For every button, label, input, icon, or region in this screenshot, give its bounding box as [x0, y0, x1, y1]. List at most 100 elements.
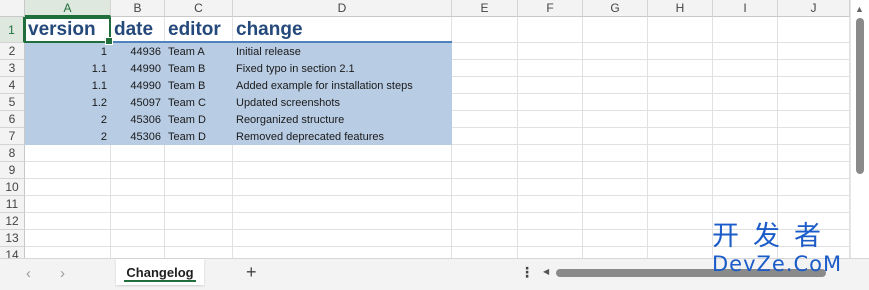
grid-cell[interactable] — [452, 196, 518, 213]
grid-cell[interactable] — [111, 196, 165, 213]
grid-cell[interactable] — [778, 43, 850, 60]
grid-cell[interactable] — [165, 247, 233, 258]
grid-cell[interactable] — [452, 230, 518, 247]
column-header-f[interactable]: F — [518, 0, 583, 17]
grid-cell[interactable] — [25, 230, 111, 247]
grid-cell[interactable] — [518, 94, 583, 111]
grid-cell[interactable] — [165, 196, 233, 213]
table-cell[interactable]: Added example for installation steps — [233, 77, 452, 94]
row-header-7[interactable]: 7 — [0, 128, 25, 145]
grid-cell[interactable] — [583, 247, 648, 258]
table-header-date[interactable]: date — [111, 17, 165, 43]
column-header-c[interactable]: C — [165, 0, 233, 17]
grid-cell[interactable] — [648, 17, 713, 43]
row-header-6[interactable]: 6 — [0, 111, 25, 128]
row-header-10[interactable]: 10 — [0, 179, 25, 196]
table-cell[interactable]: Fixed typo in section 2.1 — [233, 60, 452, 77]
table-cell[interactable]: Updated screenshots — [233, 94, 452, 111]
column-header-g[interactable]: G — [583, 0, 648, 17]
row-header-8[interactable]: 8 — [0, 145, 25, 162]
grid-cell[interactable] — [778, 17, 850, 43]
table-cell[interactable]: 45306 — [111, 111, 165, 128]
grid-cell[interactable] — [648, 179, 713, 196]
grid-cell[interactable] — [165, 179, 233, 196]
grid-cell[interactable] — [778, 196, 850, 213]
column-header-j[interactable]: J — [778, 0, 850, 17]
chevron-left-icon[interactable]: ‹ — [26, 265, 31, 282]
table-cell[interactable]: 1.1 — [25, 77, 111, 94]
grid-cell[interactable] — [518, 60, 583, 77]
grid-cell[interactable] — [518, 17, 583, 43]
table-cell[interactable]: Team B — [165, 60, 233, 77]
grid-cell[interactable] — [452, 145, 518, 162]
grid-cell[interactable] — [583, 230, 648, 247]
vertical-scroll-thumb[interactable] — [856, 18, 864, 174]
table-cell[interactable]: Reorganized structure — [233, 111, 452, 128]
table-cell[interactable]: 1 — [25, 43, 111, 60]
grid-cell[interactable] — [648, 213, 713, 230]
grid-cell[interactable] — [25, 247, 111, 258]
grid-cell[interactable] — [583, 196, 648, 213]
column-header-e[interactable]: E — [452, 0, 518, 17]
table-cell[interactable]: Team C — [165, 94, 233, 111]
grid-cell[interactable] — [713, 43, 778, 60]
grid-cell[interactable] — [452, 213, 518, 230]
grid-cell[interactable] — [452, 60, 518, 77]
grid-cell[interactable] — [648, 60, 713, 77]
grid-cell[interactable] — [518, 247, 583, 258]
select-all-corner[interactable] — [0, 0, 25, 17]
table-cell[interactable]: 1.2 — [25, 94, 111, 111]
scroll-up-icon[interactable]: ▲ — [855, 4, 864, 14]
table-cell[interactable]: 2 — [25, 111, 111, 128]
table-cell[interactable]: 44990 — [111, 77, 165, 94]
table-cell[interactable]: Team D — [165, 128, 233, 145]
grid-cell[interactable] — [452, 17, 518, 43]
grid-cell[interactable] — [713, 196, 778, 213]
grid-cell[interactable] — [111, 213, 165, 230]
column-header-h[interactable]: H — [648, 0, 713, 17]
row-header-12[interactable]: 12 — [0, 213, 25, 230]
grid-cell[interactable] — [518, 128, 583, 145]
grid-cell[interactable] — [518, 179, 583, 196]
grid-cell[interactable] — [165, 145, 233, 162]
row-header-4[interactable]: 4 — [0, 77, 25, 94]
column-header-b[interactable]: B — [111, 0, 165, 17]
grid-cell[interactable] — [25, 162, 111, 179]
row-header-1[interactable]: 1 — [0, 17, 25, 43]
grid-cell[interactable] — [583, 94, 648, 111]
grid-cell[interactable] — [778, 94, 850, 111]
column-header-a[interactable]: A — [25, 0, 111, 17]
table-cell[interactable]: Removed deprecated features — [233, 128, 452, 145]
grid-cell[interactable] — [583, 162, 648, 179]
grid-cell[interactable] — [778, 111, 850, 128]
more-vertical-icon[interactable]: ⋮ — [520, 264, 534, 281]
table-cell[interactable]: 44936 — [111, 43, 165, 60]
grid-cell[interactable] — [233, 196, 452, 213]
grid-cell[interactable] — [713, 179, 778, 196]
row-header-5[interactable]: 5 — [0, 94, 25, 111]
column-header-i[interactable]: I — [713, 0, 778, 17]
grid-cell[interactable] — [713, 17, 778, 43]
row-header-13[interactable]: 13 — [0, 230, 25, 247]
row-header-2[interactable]: 2 — [0, 43, 25, 60]
grid-cell[interactable] — [518, 145, 583, 162]
grid-cell[interactable] — [648, 247, 713, 258]
grid-cell[interactable] — [233, 230, 452, 247]
grid-cell[interactable] — [25, 145, 111, 162]
grid-cell[interactable] — [713, 128, 778, 145]
grid-cell[interactable] — [648, 230, 713, 247]
table-cell[interactable]: 1.1 — [25, 60, 111, 77]
grid-cell[interactable] — [583, 77, 648, 94]
grid-cell[interactable] — [583, 179, 648, 196]
grid-cell[interactable] — [233, 145, 452, 162]
table-cell[interactable]: Team D — [165, 111, 233, 128]
grid-cell[interactable] — [111, 162, 165, 179]
row-header-9[interactable]: 9 — [0, 162, 25, 179]
grid-cell[interactable] — [452, 128, 518, 145]
grid-cell[interactable] — [25, 179, 111, 196]
grid-cell[interactable] — [713, 77, 778, 94]
grid-cell[interactable] — [25, 196, 111, 213]
grid-cell[interactable] — [452, 43, 518, 60]
row-header-11[interactable]: 11 — [0, 196, 25, 213]
sheet-tab-changelog[interactable]: Changelog — [116, 259, 204, 285]
